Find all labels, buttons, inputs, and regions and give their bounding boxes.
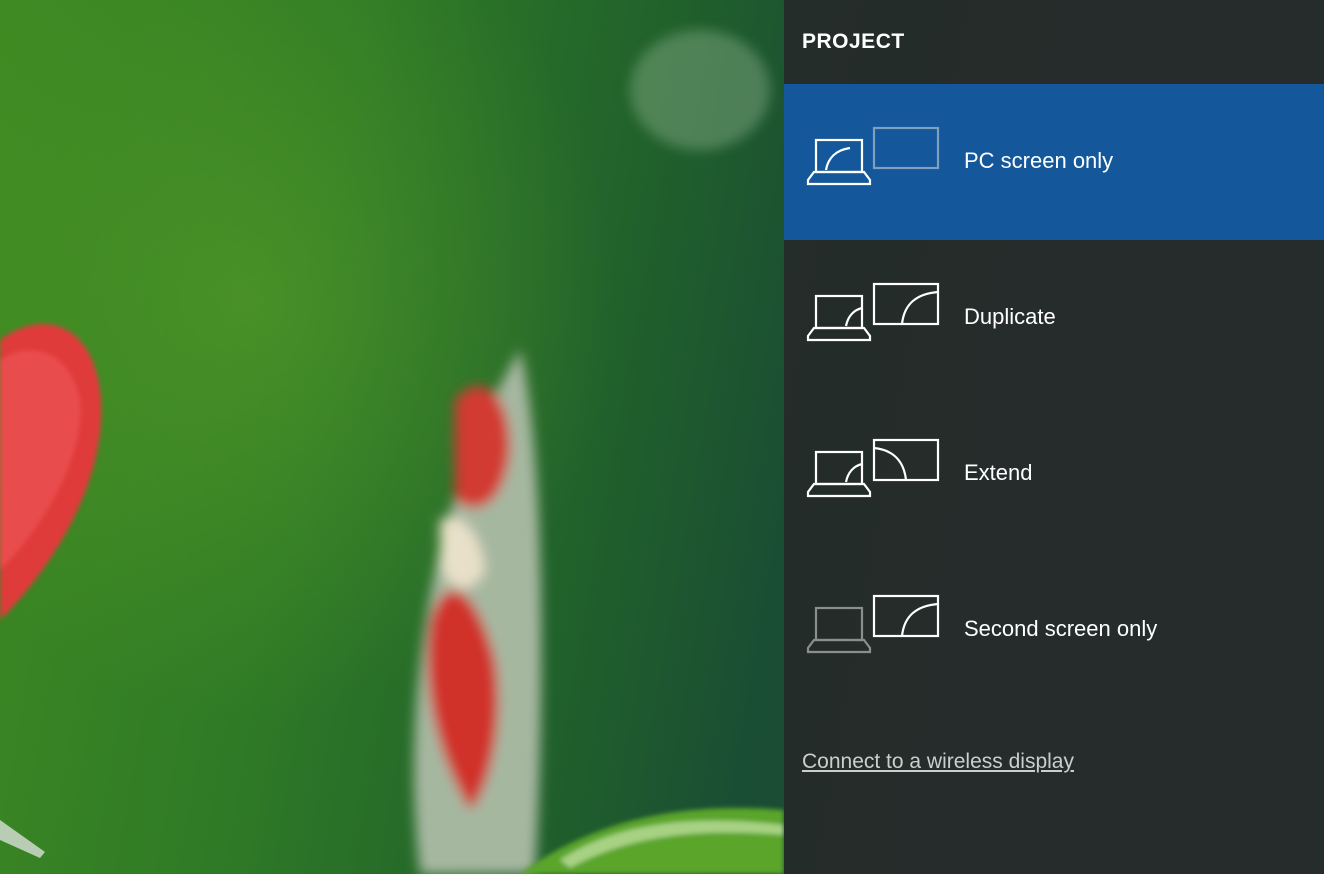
option-pc-screen-only[interactable]: PC screen only [784, 84, 1324, 240]
option-extend[interactable]: Extend [784, 396, 1324, 552]
pc-screen-only-icon [806, 126, 940, 186]
option-label: PC screen only [964, 148, 1114, 173]
connect-wireless-display-link[interactable]: Connect to a wireless display [802, 750, 1074, 774]
option-label: Duplicate [964, 304, 1056, 329]
panel-title: PROJECT [802, 30, 905, 53]
duplicate-icon [806, 282, 940, 342]
extend-icon [806, 438, 940, 498]
option-duplicate[interactable]: Duplicate [784, 240, 1324, 396]
option-label: Extend [964, 460, 1033, 485]
option-label: Second screen only [964, 616, 1158, 641]
wallpaper-flower-image [0, 30, 784, 874]
project-panel: PROJECT PC screen only Duplicate Extend … [784, 0, 1324, 874]
second-screen-only-icon [806, 594, 940, 654]
option-second-screen-only[interactable]: Second screen only [784, 552, 1324, 708]
